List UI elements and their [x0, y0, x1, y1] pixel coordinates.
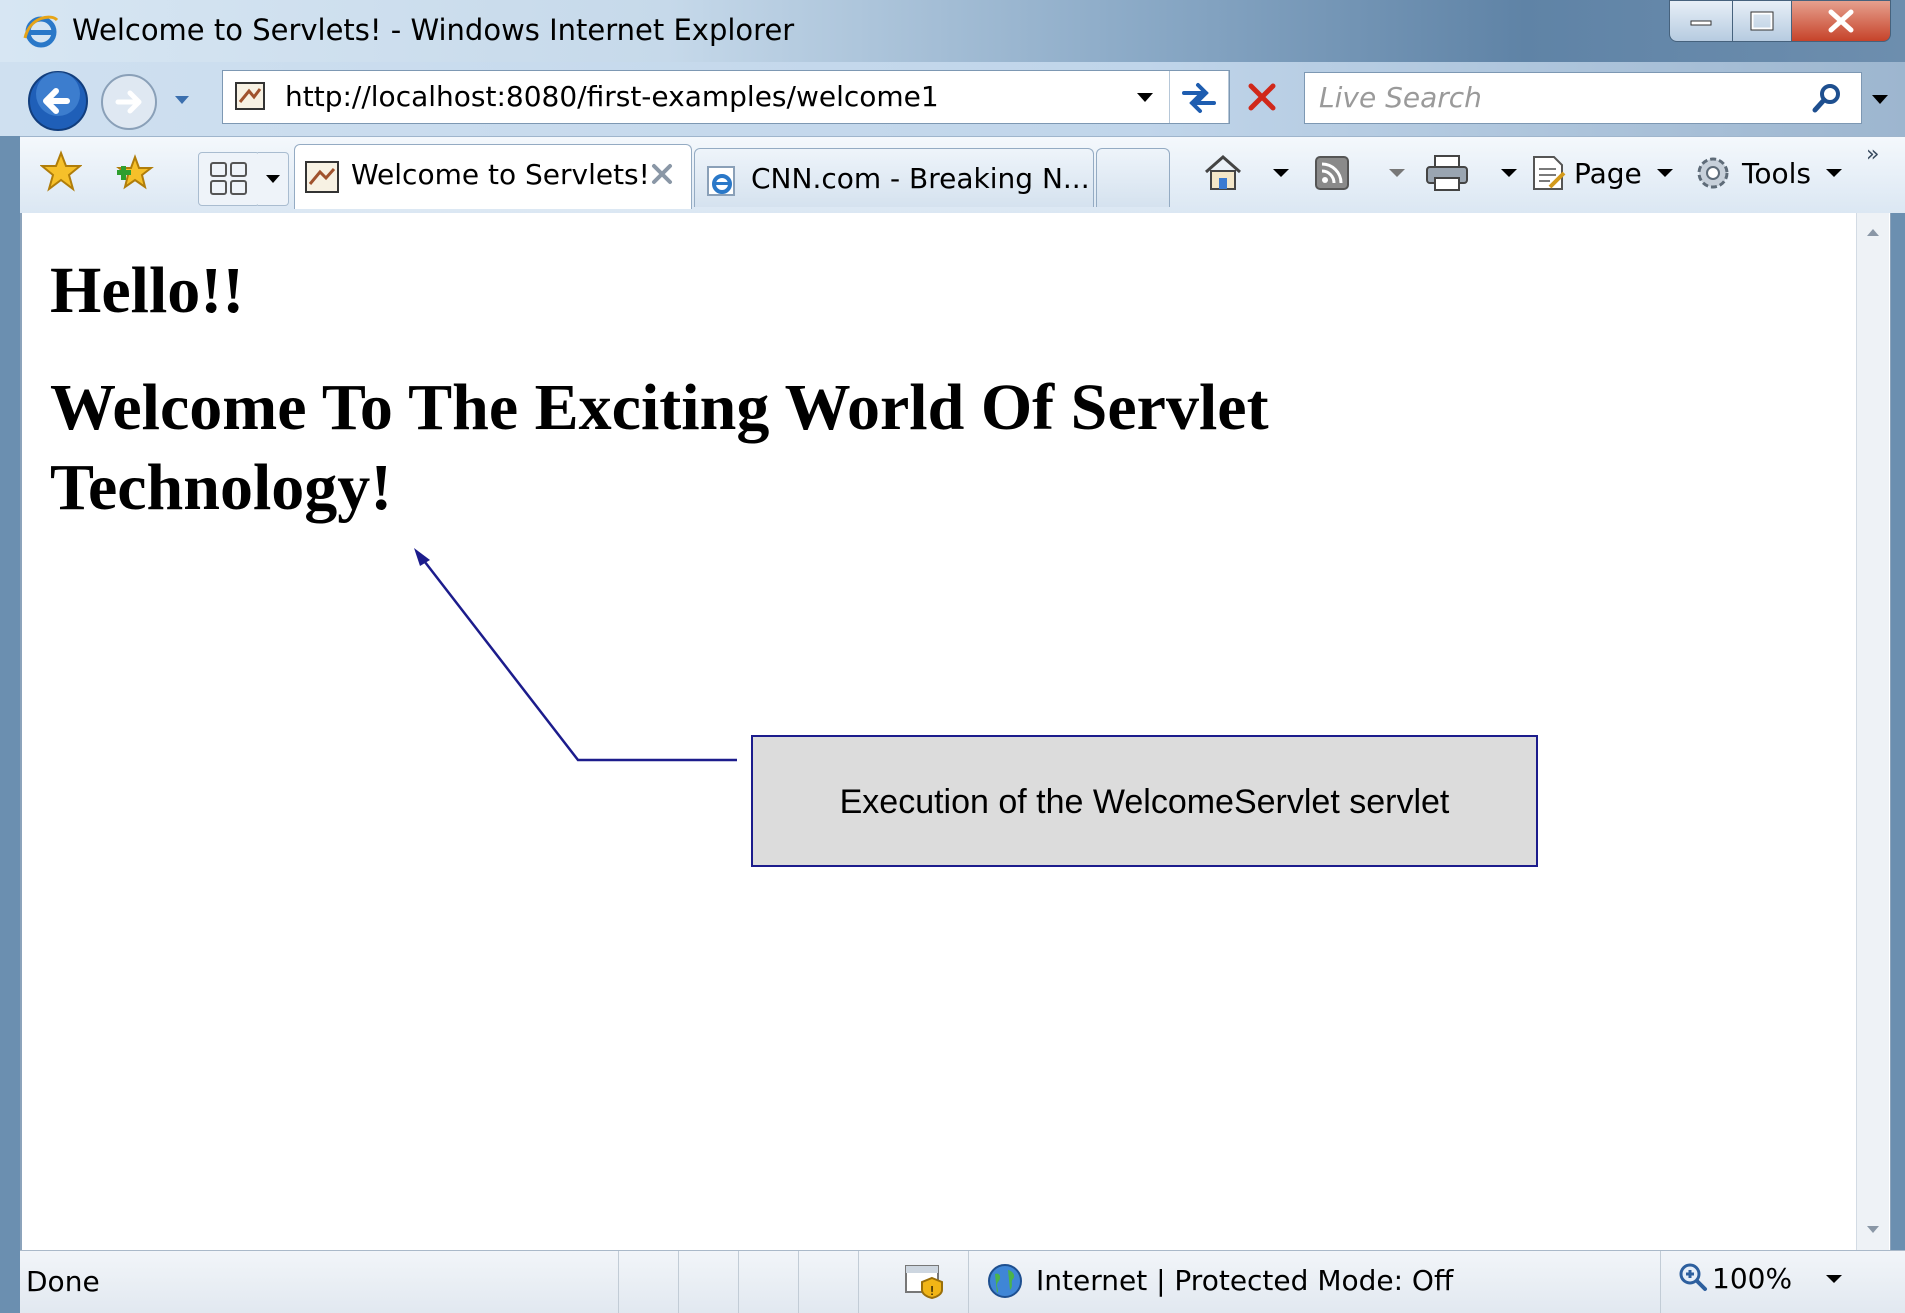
- forward-button[interactable]: [100, 73, 158, 131]
- search-input[interactable]: Live Search: [1319, 81, 1482, 114]
- zoom-icon[interactable]: [1678, 1262, 1708, 1292]
- scroll-down-icon[interactable]: [1865, 1225, 1881, 1235]
- feeds-button[interactable]: [1312, 150, 1408, 196]
- address-bar[interactable]: http://localhost:8080/first-examples/wel…: [222, 70, 1276, 124]
- tab-label: CNN.com - Breaking N...: [751, 162, 1090, 195]
- zoom-dropdown-icon[interactable]: [1824, 1272, 1844, 1286]
- close-button[interactable]: [1792, 0, 1891, 42]
- quick-tabs-icon: [210, 162, 247, 195]
- page-heading-hello: Hello!!: [50, 254, 245, 327]
- page-icon: [1533, 156, 1566, 190]
- status-text: Done: [26, 1265, 100, 1298]
- status-divider: [618, 1251, 619, 1313]
- window-title: Welcome to Servlets! - Windows Internet …: [72, 13, 795, 47]
- status-divider: [858, 1251, 859, 1313]
- print-dropdown-icon[interactable]: [1498, 166, 1520, 180]
- ie-page-icon: [707, 166, 735, 196]
- tab-welcome-to-servlets[interactable]: Welcome to Servlets!: [294, 144, 692, 209]
- address-dropdown-icon[interactable]: [1131, 85, 1159, 109]
- refresh-icon: [1182, 83, 1216, 113]
- status-divider: [1660, 1251, 1661, 1313]
- print-icon: [1426, 155, 1468, 191]
- stop-button[interactable]: [1233, 71, 1291, 123]
- add-favorite-icon[interactable]: [114, 152, 156, 194]
- feeds-icon: [1315, 156, 1349, 190]
- minimize-button[interactable]: [1669, 0, 1733, 42]
- close-tab-icon[interactable]: [647, 159, 677, 189]
- svg-text:!: !: [930, 1284, 935, 1298]
- page-favicon-icon: [305, 161, 339, 193]
- maximize-button[interactable]: [1733, 0, 1792, 42]
- print-button[interactable]: [1424, 150, 1520, 196]
- address-url[interactable]: http://localhost:8080/first-examples/wel…: [285, 80, 939, 113]
- title-bar: Welcome to Servlets! - Windows Internet …: [0, 0, 1905, 62]
- security-shield-icon[interactable]: !: [904, 1262, 946, 1300]
- quick-tabs-button[interactable]: [198, 152, 260, 206]
- caption-buttons: [1669, 0, 1891, 44]
- search-options-dropdown-icon[interactable]: [1868, 90, 1892, 108]
- page-dropdown-icon: [1656, 169, 1673, 177]
- security-zone-text[interactable]: Internet | Protected Mode: Off: [1036, 1264, 1453, 1297]
- page-menu-label: Page: [1574, 156, 1642, 190]
- page-heading-welcome: Welcome To The Exciting World Of Servlet…: [50, 371, 1269, 524]
- tab-list-button[interactable]: [258, 152, 289, 206]
- status-divider: [798, 1251, 799, 1313]
- globe-icon: [988, 1264, 1022, 1298]
- navigation-bar: http://localhost:8080/first-examples/wel…: [0, 62, 1905, 136]
- page-menu-button[interactable]: Page: [1528, 150, 1676, 196]
- recent-pages-dropdown-icon[interactable]: [172, 92, 192, 108]
- search-icon[interactable]: [1811, 82, 1843, 114]
- maximize-icon: [1750, 11, 1774, 31]
- tools-menu-label: Tools: [1742, 156, 1811, 190]
- status-bar: Done: [20, 1250, 1905, 1313]
- refresh-button[interactable]: [1169, 71, 1229, 123]
- back-button[interactable]: [27, 70, 89, 132]
- favorites-star-icon[interactable]: [40, 150, 82, 192]
- tools-dropdown-icon: [1825, 169, 1842, 177]
- page-favicon-icon: [235, 82, 265, 110]
- tab-label: Welcome to Servlets!: [351, 158, 650, 191]
- callout-text: Execution of the WelcomeServlet servlet: [839, 783, 1450, 821]
- feeds-dropdown-icon[interactable]: [1386, 166, 1408, 180]
- new-tab-button[interactable]: [1096, 148, 1170, 207]
- stop-icon: [1248, 83, 1276, 111]
- tab-cnn[interactable]: CNN.com - Breaking N...: [694, 148, 1094, 207]
- ie-logo-icon: [23, 15, 59, 48]
- chevron-down-icon: [266, 175, 280, 183]
- status-divider: [738, 1251, 739, 1313]
- tools-menu-button[interactable]: Tools: [1692, 150, 1845, 196]
- home-icon: [1205, 154, 1241, 190]
- status-divider: [678, 1251, 679, 1313]
- search-box[interactable]: Live Search: [1304, 72, 1862, 124]
- scroll-up-icon[interactable]: [1865, 227, 1881, 237]
- home-button[interactable]: [1200, 150, 1292, 196]
- toolbar-overflow-button[interactable]: »: [1866, 142, 1879, 167]
- callout-box: Execution of the WelcomeServlet servlet: [751, 735, 1538, 867]
- status-divider: [968, 1251, 969, 1313]
- vertical-scrollbar[interactable]: [1856, 213, 1889, 1250]
- browser-window: Welcome to Servlets! - Windows Internet …: [0, 0, 1905, 1313]
- zoom-level[interactable]: 100%: [1712, 1262, 1792, 1295]
- minimize-icon: [1690, 20, 1712, 26]
- tools-gear-icon: [1697, 157, 1729, 189]
- close-icon: [1828, 9, 1854, 33]
- home-dropdown-icon[interactable]: [1270, 166, 1292, 180]
